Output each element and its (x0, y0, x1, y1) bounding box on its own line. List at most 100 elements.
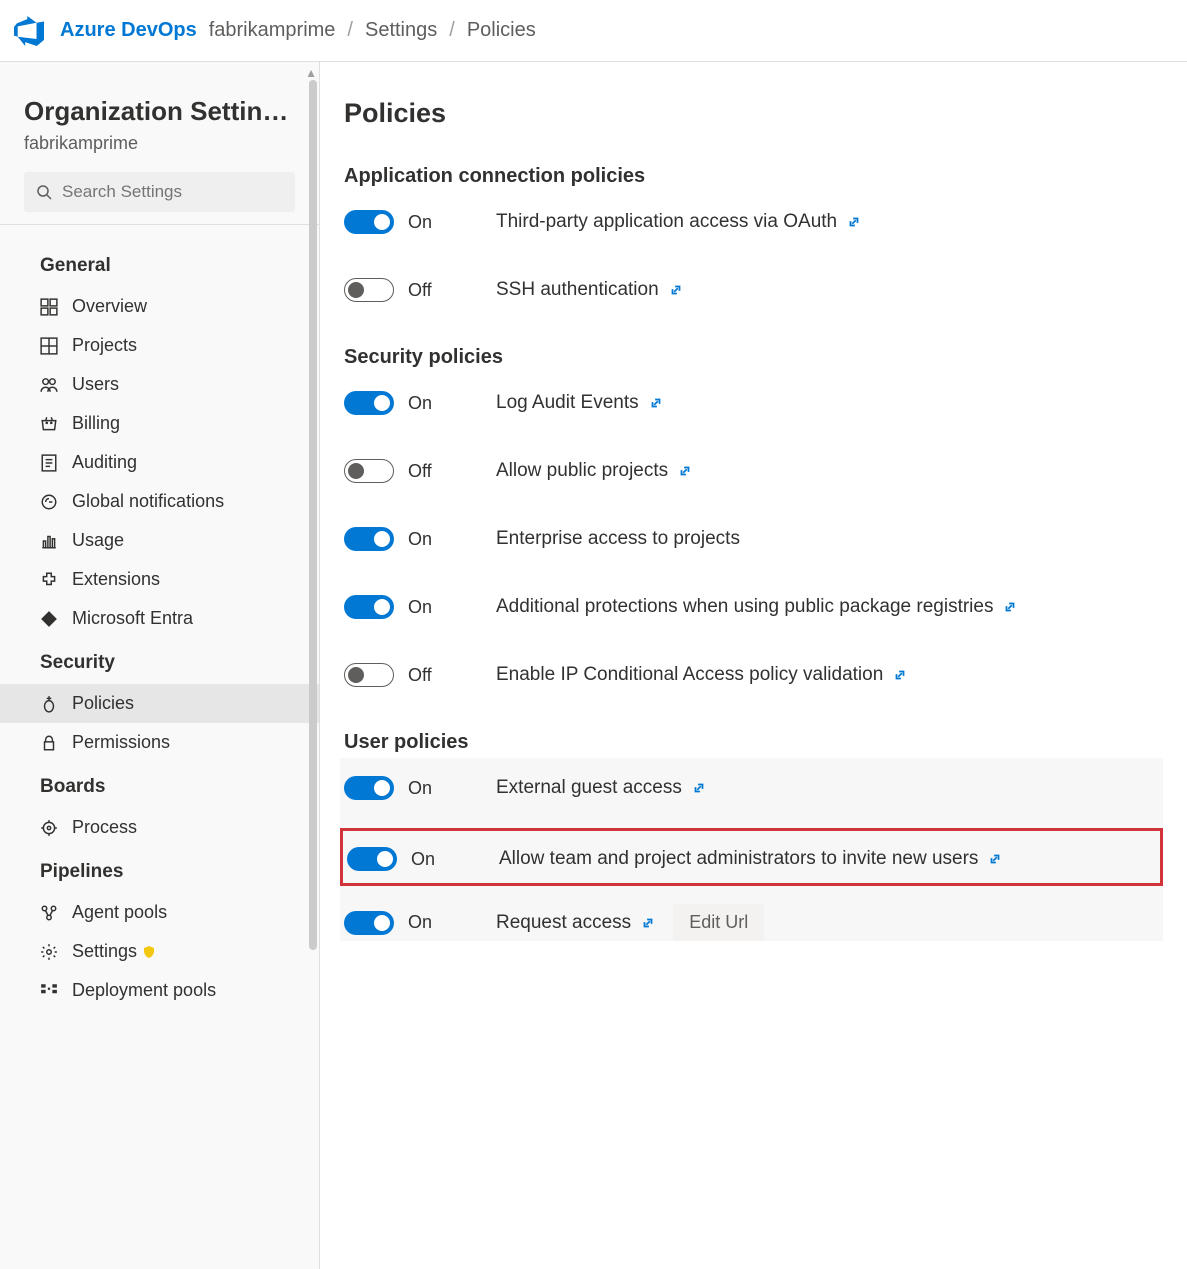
permissions-icon (40, 734, 58, 752)
sidebar-title: Organization Settin… (0, 96, 319, 127)
policy-label: SSH authentication (496, 279, 683, 301)
sidebar: ▲ Organization Settin… fabrikamprime Gen… (0, 62, 320, 1269)
sidebar-subtitle: fabrikamprime (0, 127, 319, 172)
billing-icon (40, 415, 58, 433)
toggle-log-audit[interactable] (344, 391, 394, 415)
nav-deployment-pools[interactable]: Deployment pools (0, 971, 319, 1010)
nav-agent-pools[interactable]: Agent pools (0, 893, 319, 932)
users-icon (40, 376, 58, 394)
link-icon[interactable] (669, 283, 683, 297)
azure-devops-logo-icon (14, 16, 44, 46)
nav-overview[interactable]: Overview (0, 287, 319, 326)
link-icon[interactable] (1003, 600, 1017, 614)
extensions-icon (40, 571, 58, 589)
link-icon[interactable] (893, 668, 907, 682)
nav-label: Projects (72, 335, 137, 356)
toggle-guest-access[interactable] (344, 776, 394, 800)
nav-label: Permissions (72, 732, 170, 753)
nav-label: Microsoft Entra (72, 608, 193, 629)
search-icon (36, 184, 52, 200)
policy-icon (40, 695, 58, 713)
policy-label: Enable IP Conditional Access policy vali… (496, 664, 907, 686)
section-boards: Boards (0, 762, 319, 808)
toggle-invite-users[interactable] (347, 847, 397, 871)
breadcrumb-separator: / (449, 19, 455, 42)
nav-process[interactable]: Process (0, 808, 319, 847)
link-icon[interactable] (692, 781, 706, 795)
toggle-state: Off (408, 461, 496, 482)
nav-label: Extensions (72, 569, 160, 590)
nav-label: Deployment pools (72, 980, 216, 1001)
toggle-ssh[interactable] (344, 278, 394, 302)
link-icon[interactable] (641, 916, 655, 930)
auditing-icon (40, 454, 58, 472)
toggle-ip-conditional[interactable] (344, 663, 394, 687)
nav-entra[interactable]: Microsoft Entra (0, 599, 319, 638)
link-icon[interactable] (847, 215, 861, 229)
nav-label: Users (72, 374, 119, 395)
link-icon[interactable] (678, 464, 692, 478)
nav-pipeline-settings[interactable]: Settings (0, 932, 319, 971)
nav-projects[interactable]: Projects (0, 326, 319, 365)
scroll-up-arrow-icon[interactable]: ▲ (305, 66, 317, 80)
nav-billing[interactable]: Billing (0, 404, 319, 443)
breadcrumb-separator: / (347, 19, 353, 42)
toggle-state: On (411, 849, 499, 870)
nav-usage[interactable]: Usage (0, 521, 319, 560)
policy-log-audit: On Log Audit Events (344, 391, 1163, 415)
nav-label: Agent pools (72, 902, 167, 923)
search-input[interactable] (62, 182, 283, 202)
toggle-state: On (408, 912, 496, 933)
notification-icon (40, 493, 58, 511)
process-icon (40, 819, 58, 837)
toggle-request-access[interactable] (344, 911, 394, 935)
nav-extensions[interactable]: Extensions (0, 560, 319, 599)
policy-label: Enterprise access to projects (496, 528, 740, 550)
gear-icon (40, 943, 58, 961)
policy-label: Allow team and project administrators to… (499, 848, 1002, 870)
highlighted-invite-policy: On Allow team and project administrators… (340, 828, 1163, 886)
policy-label: Request accessEdit Url (496, 904, 764, 941)
scrollbar-thumb[interactable] (309, 80, 317, 950)
nav-label: Settings (72, 941, 137, 962)
link-icon[interactable] (649, 396, 663, 410)
section-security-policies: Security policies (344, 346, 1163, 369)
section-security: Security (0, 638, 319, 684)
entra-icon (40, 610, 58, 628)
toggle-enterprise-access[interactable] (344, 527, 394, 551)
toggle-oauth[interactable] (344, 210, 394, 234)
main-layout: ▲ Organization Settin… fabrikamprime Gen… (0, 62, 1187, 1269)
nav-policies[interactable]: Policies (0, 684, 319, 723)
toggle-state: On (408, 393, 496, 414)
nav-users[interactable]: Users (0, 365, 319, 404)
policy-request-access: On Request accessEdit Url (344, 904, 1163, 941)
policy-public-pkg: On Additional protections when using pub… (344, 595, 1163, 619)
nav-auditing[interactable]: Auditing (0, 443, 319, 482)
search-settings-box[interactable] (24, 172, 295, 212)
policy-label: Allow public projects (496, 460, 692, 482)
toggle-public-pkg[interactable] (344, 595, 394, 619)
brand-link[interactable]: Azure DevOps (60, 19, 197, 42)
nav-label: Billing (72, 413, 120, 434)
policy-label: Third-party application access via OAuth (496, 211, 861, 233)
main-content: Policies Application connection policies… (320, 62, 1187, 1269)
section-general: General (0, 241, 319, 287)
toggle-public-projects[interactable] (344, 459, 394, 483)
policy-enterprise-access: On Enterprise access to projects (344, 527, 1163, 551)
nav-global-notifications[interactable]: Global notifications (0, 482, 319, 521)
link-icon[interactable] (988, 852, 1002, 866)
nav-permissions[interactable]: Permissions (0, 723, 319, 762)
page-title: Policies (344, 98, 1163, 129)
toggle-state: Off (408, 665, 496, 686)
toggle-state: On (408, 529, 496, 550)
policy-ip-conditional: Off Enable IP Conditional Access policy … (344, 663, 1163, 687)
nav-label: Overview (72, 296, 147, 317)
shield-badge-icon (143, 946, 155, 958)
breadcrumb-settings[interactable]: Settings (365, 19, 437, 42)
edit-url-button[interactable]: Edit Url (673, 904, 764, 941)
toggle-state: On (408, 778, 496, 799)
breadcrumb-policies[interactable]: Policies (467, 19, 536, 42)
toggle-state: On (408, 212, 496, 233)
nav-label: Policies (72, 693, 134, 714)
breadcrumb-org[interactable]: fabrikamprime (209, 19, 336, 42)
